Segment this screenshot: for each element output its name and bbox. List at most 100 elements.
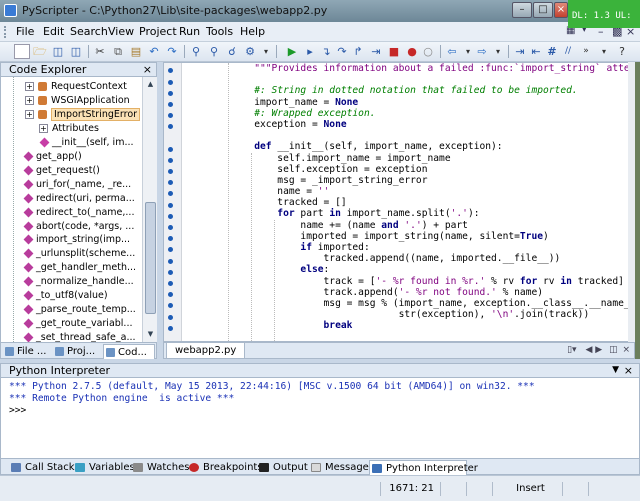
tree-item[interactable]: get_request()	[23, 164, 100, 178]
tab-messages[interactable]: Messages	[309, 460, 374, 475]
code-line[interactable]: exception = None	[208, 119, 634, 130]
chevron-down-icon[interactable]: ▾	[490, 44, 506, 59]
tab-call-stack[interactable]: Call Stack	[9, 460, 75, 475]
scroll-up-arrow-icon[interactable]: ▲	[145, 79, 156, 90]
debug-icon[interactable]: ▸	[302, 44, 318, 59]
expand-icon[interactable]: +	[39, 123, 48, 133]
expand-icon[interactable]: +	[25, 95, 34, 105]
code-line[interactable]: #: Wrapped exception.	[208, 108, 634, 119]
code-line[interactable]: self.import_name = import_name	[208, 153, 634, 164]
editor-gutter[interactable]	[164, 63, 182, 341]
tab-list-icon[interactable]: ▯▾	[567, 345, 576, 355]
console-prompt[interactable]: >>>	[9, 405, 631, 417]
code-line[interactable]: def __init__(self, import_name, exceptio…	[208, 141, 634, 152]
code-line[interactable]: if imported:	[208, 242, 634, 253]
expand-icon[interactable]: +	[25, 82, 34, 91]
tree-item[interactable]: _to_utf8(value)	[23, 289, 108, 303]
menu-run[interactable]: Run	[179, 25, 200, 38]
find-next-icon[interactable]: ⚲	[206, 44, 222, 59]
undo-icon[interactable]: ↶	[146, 44, 162, 59]
paste-icon[interactable]: ▤	[128, 44, 144, 59]
tree-item[interactable]: redirect(uri, perma...	[23, 192, 135, 206]
find-in-files-icon[interactable]: ⚙	[242, 44, 258, 59]
find-icon[interactable]: ⚲	[188, 44, 204, 59]
python-interpreter-console[interactable]: *** Python 2.7.5 (default, May 15 2013, …	[0, 378, 640, 458]
run-icon[interactable]: ▶	[284, 44, 300, 59]
pin-icon[interactable]: ▼	[612, 364, 619, 377]
tree-item[interactable]: __init__(self, im...	[39, 136, 134, 150]
code-line[interactable]	[208, 130, 634, 141]
tree-item[interactable]: _urlunsplit(scheme...	[23, 247, 135, 261]
expand-icon[interactable]: +	[25, 109, 34, 119]
code-line[interactable]: """Provides information about a failed :…	[208, 63, 634, 74]
code-line[interactable]: msg = _import_string_error	[208, 175, 634, 186]
code-line[interactable]: name = ''	[208, 186, 634, 197]
code-line[interactable]: for part in import_name.split('.'):	[208, 208, 634, 219]
code-line[interactable]: imported = import_string(name, silent=Tr…	[208, 231, 634, 242]
close-icon[interactable]: ×	[143, 63, 152, 76]
tree-item[interactable]: _parse_route_temp...	[23, 303, 136, 317]
menu-search[interactable]: Search	[70, 25, 108, 38]
help-icon[interactable]: ?	[614, 44, 630, 59]
tree-item[interactable]: + WSGIApplication	[25, 94, 130, 108]
code-text[interactable]: """Provides information about a failed :…	[208, 63, 634, 332]
code-explorer-scrollbar[interactable]: ▲ ▼	[142, 77, 157, 342]
toggle-breakpoint-icon[interactable]: ●	[404, 44, 420, 59]
tab-watches[interactable]: Watches	[131, 460, 190, 475]
tree-item[interactable]: get_app()	[23, 150, 82, 164]
code-line[interactable]: track.append('- %r not found.' % name)	[208, 287, 634, 298]
menu-edit[interactable]: Edit	[43, 25, 64, 38]
tree-item[interactable]: uri_for(_name, _re...	[23, 178, 131, 192]
tree-item[interactable]: + ImportStringError	[25, 107, 141, 122]
cut-icon[interactable]: ✂	[92, 44, 108, 59]
clear-breakpoints-icon[interactable]: ○	[420, 44, 436, 59]
menu-project[interactable]: Project	[139, 25, 177, 38]
code-line[interactable]: import_name = None	[208, 97, 634, 108]
abort-icon[interactable]: ■	[386, 44, 402, 59]
toolbar-options-icon[interactable]: ▾	[596, 44, 612, 59]
tab-project-explorer[interactable]: Proj...	[53, 344, 101, 359]
scroll-down-arrow-icon[interactable]: ▼	[145, 329, 156, 340]
comment-icon[interactable]: #	[544, 44, 560, 59]
tree-item[interactable]: _set_thread_safe_a...	[23, 331, 136, 342]
code-line[interactable]: tracked.append((name, imported.__file__)…	[208, 253, 634, 264]
forward-arrow-icon[interactable]: ⇨	[474, 44, 490, 59]
save-all-icon[interactable]: ◫	[68, 44, 84, 59]
indent-icon[interactable]: ⇥	[512, 44, 528, 59]
tree-item[interactable]: redirect_to(_name,...	[23, 206, 134, 220]
code-line[interactable]: else:	[208, 264, 634, 275]
step-out-icon[interactable]: ↱	[350, 44, 366, 59]
tab-breakpoints[interactable]: Breakpoints	[187, 460, 263, 475]
code-line[interactable]: name += (name and '.') + part	[208, 220, 634, 231]
minimize-button[interactable]: –	[512, 2, 532, 18]
menu-file[interactable]: File	[16, 25, 34, 38]
open-folder-icon[interactable]: 🗁	[32, 44, 48, 59]
back-arrow-icon[interactable]: ⇦	[444, 44, 460, 59]
tree-item[interactable]: + RequestContext	[25, 80, 127, 94]
tab-code-explorer[interactable]: Cod...	[103, 344, 155, 359]
tree-item[interactable]: import_string(imp...	[23, 233, 130, 247]
toolbar-overflow-icon[interactable]: ▾	[258, 44, 274, 59]
code-line[interactable]: #: String in dotted notation that failed…	[208, 85, 634, 96]
scrollbar-thumb[interactable]	[145, 202, 156, 314]
close-icon[interactable]: ×	[624, 364, 633, 377]
menu-help[interactable]: Help	[240, 25, 265, 38]
code-line[interactable]	[208, 74, 634, 85]
code-line[interactable]: tracked = []	[208, 197, 634, 208]
tree-item[interactable]: _normalize_handle...	[23, 275, 134, 289]
tab-prev-icon[interactable]: ◀	[585, 345, 592, 355]
save-icon[interactable]: ◫	[50, 44, 66, 59]
uncomment-icon[interactable]: //	[560, 44, 576, 59]
tab-variables[interactable]: Variables	[73, 460, 135, 475]
menu-view[interactable]: View	[108, 25, 134, 38]
code-line[interactable]: msg = msg % (import_name, exception.__cl…	[208, 298, 634, 309]
tree-item[interactable]: _get_handler_meth...	[23, 261, 136, 275]
tab-next-icon[interactable]: ▶	[595, 345, 602, 355]
maximize-button[interactable]: □	[533, 2, 553, 18]
tab-file-explorer[interactable]: File ...	[3, 344, 51, 359]
tree-item[interactable]: + Attributes	[39, 122, 99, 136]
close-button[interactable]: ×	[554, 2, 568, 18]
toolbar-more-icon[interactable]: »	[578, 44, 594, 59]
tab-python-interpreter[interactable]: Python Interpreter	[369, 460, 478, 475]
step-into-icon[interactable]: ↴	[318, 44, 334, 59]
